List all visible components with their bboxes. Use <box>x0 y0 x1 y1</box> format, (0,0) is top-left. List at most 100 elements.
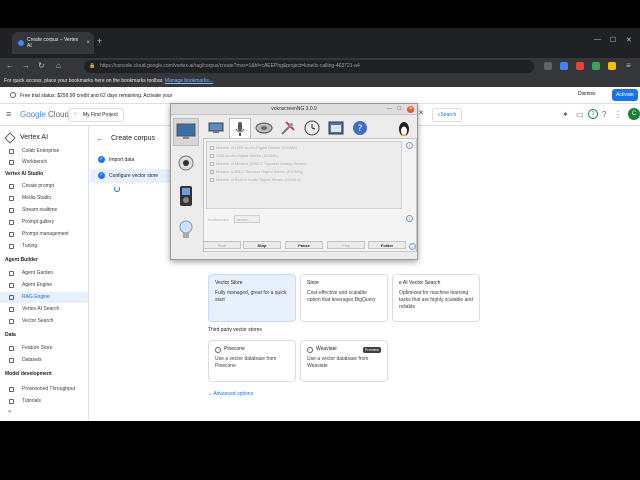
dismiss-button[interactable]: Dismiss <box>578 91 596 97</box>
card-desc: Fully managed, great for a quick start <box>215 290 287 303</box>
log-mode-button[interactable] <box>173 216 199 244</box>
tab-video[interactable] <box>253 118 275 138</box>
notification-badge[interactable]: 1 <box>588 109 598 119</box>
back-arrow-icon[interactable]: ← <box>96 134 104 143</box>
manage-bookmarks-link[interactable]: Manage bookmarks... <box>165 78 213 84</box>
sidebar-item-agent-engine[interactable]: Agent Engine <box>0 280 88 291</box>
device-checkbox[interactable] <box>210 177 214 182</box>
sidebar-item-vertex-ai-search[interactable]: Vertex AI Search <box>0 304 88 315</box>
minimize-icon[interactable]: — <box>387 105 392 114</box>
sidebar-item-prompt-management[interactable]: Prompt management <box>0 229 88 240</box>
minimize-icon[interactable]: — <box>594 36 601 43</box>
extension-icon[interactable] <box>560 62 568 70</box>
info-icon[interactable]: i <box>406 215 413 222</box>
activate-button[interactable]: Activate <box>612 89 638 101</box>
microphone-icon <box>235 121 245 136</box>
advanced-options-toggle[interactable]: ⌄ Advanced options <box>208 391 253 397</box>
stop-button[interactable]: Stop <box>243 241 281 249</box>
address-bar[interactable]: 🔒 https://console.cloud.google.com/verte… <box>84 60 534 73</box>
info-icon[interactable]: i <box>406 142 413 149</box>
new-tab-button[interactable]: + <box>97 36 102 46</box>
audio-device-row[interactable]: USB-Audio-Digital Stereo (SIGMA) <box>210 152 278 159</box>
vector-store-card-pinecone[interactable]: Pinecone Use a vector database from Pine… <box>208 340 296 382</box>
extension-icon[interactable] <box>592 62 600 70</box>
audio-device-row[interactable]: Monitor of USB-Audio-Digital Device (SIG… <box>210 144 297 151</box>
close-icon[interactable]: ✕ <box>407 106 414 113</box>
sidebar-item-media-studio[interactable]: Media Studio <box>0 193 88 204</box>
back-icon[interactable]: ← <box>6 61 14 70</box>
tab-about-linux[interactable] <box>393 118 415 138</box>
folder-button[interactable]: Folder <box>368 241 406 249</box>
tutorial-icon <box>9 399 14 404</box>
gemini-spark-icon[interactable]: ✦ <box>562 110 569 119</box>
project-picker-button[interactable]: ⁘ My First Project <box>68 108 124 122</box>
tab-screen[interactable] <box>205 118 227 138</box>
sidebar-item-rag-engine[interactable]: RAG Engine <box>0 292 88 303</box>
tab-settings[interactable] <box>277 118 299 138</box>
sidebar-item-workbench[interactable]: Workbench <box>0 157 88 168</box>
profile-icon[interactable] <box>608 62 616 70</box>
tab-timer[interactable] <box>301 118 323 138</box>
browser-tab[interactable]: Create corpus – Vertex AI × <box>12 32 94 54</box>
sidebar-item-colab-enterprise[interactable]: Colab Enterprise <box>0 146 88 157</box>
collapse-sidebar-icon[interactable]: « <box>8 409 11 415</box>
more-vert-icon[interactable]: ⋮ <box>614 110 622 119</box>
sidebar-item-feature-store[interactable]: Feature Store <box>0 343 88 354</box>
audio-device-row[interactable]: Monitor of Built-in Audio Digital Stereo… <box>210 176 301 183</box>
tab-favicon-icon <box>18 40 24 46</box>
sidebar-item-prompt-gallery[interactable]: Prompt gallery <box>0 217 88 228</box>
forward-icon[interactable]: → <box>22 61 30 70</box>
screen-mode-button[interactable] <box>173 118 199 146</box>
audio-device-row[interactable]: Monitor of Modem (USB-C Speaker Analog S… <box>210 160 307 167</box>
sidebar-item-tuning[interactable]: Tuning <box>0 241 88 252</box>
tab-close-icon[interactable]: × <box>86 40 90 46</box>
sidebar-item-vector-search[interactable]: Vector Search <box>0 316 88 327</box>
sidebar-item-create-prompt[interactable]: Create prompt <box>0 181 88 192</box>
sidebar-item-provisioned-throughput[interactable]: Provisioned Throughput <box>0 384 88 395</box>
bookmark-star-icon[interactable] <box>544 62 552 70</box>
sidebar-item-agent-garden[interactable]: Agent Garden <box>0 268 88 279</box>
screen-recording-frame: Create corpus – Vertex AI × + — ☐ ✕ ← → … <box>0 28 640 421</box>
avatar[interactable]: C <box>628 108 640 120</box>
google-cloud-logo[interactable]: Google Cloud <box>20 110 69 119</box>
device-checkbox-checked[interactable]: ✓ <box>210 169 214 174</box>
info-icon[interactable]: i <box>409 243 416 250</box>
audio-device-row[interactable]: ✓ Modem (USB-C Speaker Digital Stereo (SI… <box>210 168 303 175</box>
extension-icon[interactable] <box>576 62 584 70</box>
device-checkbox[interactable] <box>210 145 214 150</box>
vector-store-card-vertex-search[interactable]: e AI Vector Search Optimized for machine… <box>392 274 480 322</box>
vector-store-card-bigquery[interactable]: Store Cost-effective and scalable option… <box>300 274 388 322</box>
webcam-mode-button[interactable] <box>173 150 199 178</box>
vector-store-card-weaviate[interactable]: Weaviate Preview Use a vector database fr… <box>300 340 388 382</box>
pause-button[interactable]: Pause <box>285 241 323 249</box>
sidebar-item-datasets[interactable]: Datasets <box>0 355 88 366</box>
sidebar-item-label: Tuning <box>22 243 38 249</box>
play-button[interactable]: Play <box>327 241 365 249</box>
search-button[interactable]: ⌕Search <box>432 108 462 122</box>
sidebar-item-tutorials[interactable]: Tutorials <box>0 396 88 407</box>
cloud-shell-icon[interactable]: ▭ <box>576 110 584 119</box>
device-label: Monitor of USB-Audio-Digital Device (SIG… <box>216 145 298 150</box>
audiocodec-select[interactable]: audio/… <box>234 215 260 223</box>
reload-icon[interactable]: ↻ <box>38 61 45 70</box>
tab-system-tray[interactable] <box>325 118 347 138</box>
sidebar-item-stream-realtime[interactable]: Stream realtime <box>0 205 88 216</box>
device-checkbox[interactable] <box>210 153 214 158</box>
sidebar-item-label: Create prompt <box>22 183 54 189</box>
help-icon[interactable]: ? <box>602 110 606 119</box>
player-mode-button[interactable] <box>173 182 199 210</box>
vector-store-card-ragmanaged[interactable]: Vector Store Fully managed, great for a … <box>208 274 296 322</box>
tab-audio[interactable] <box>229 118 251 138</box>
tab-help[interactable]: ? <box>349 118 371 138</box>
maximize-icon[interactable]: ☐ <box>610 36 616 44</box>
start-button[interactable]: Start <box>203 241 241 249</box>
menu-icon[interactable]: ≡ <box>626 61 631 70</box>
hamburger-menu-icon[interactable]: ≡ <box>6 110 11 119</box>
close-window-icon[interactable]: ✕ <box>626 36 632 44</box>
device-checkbox[interactable] <box>210 161 214 166</box>
vokoscreen-titlebar[interactable]: vokoscreenNG 3.0.9 — ☐ ✕ <box>171 104 417 115</box>
maximize-icon[interactable]: ☐ <box>397 105 401 114</box>
home-icon[interactable]: ⌂ <box>56 61 61 70</box>
clear-search-icon[interactable]: ✕ <box>418 109 424 117</box>
lightbulb-icon <box>179 220 193 238</box>
